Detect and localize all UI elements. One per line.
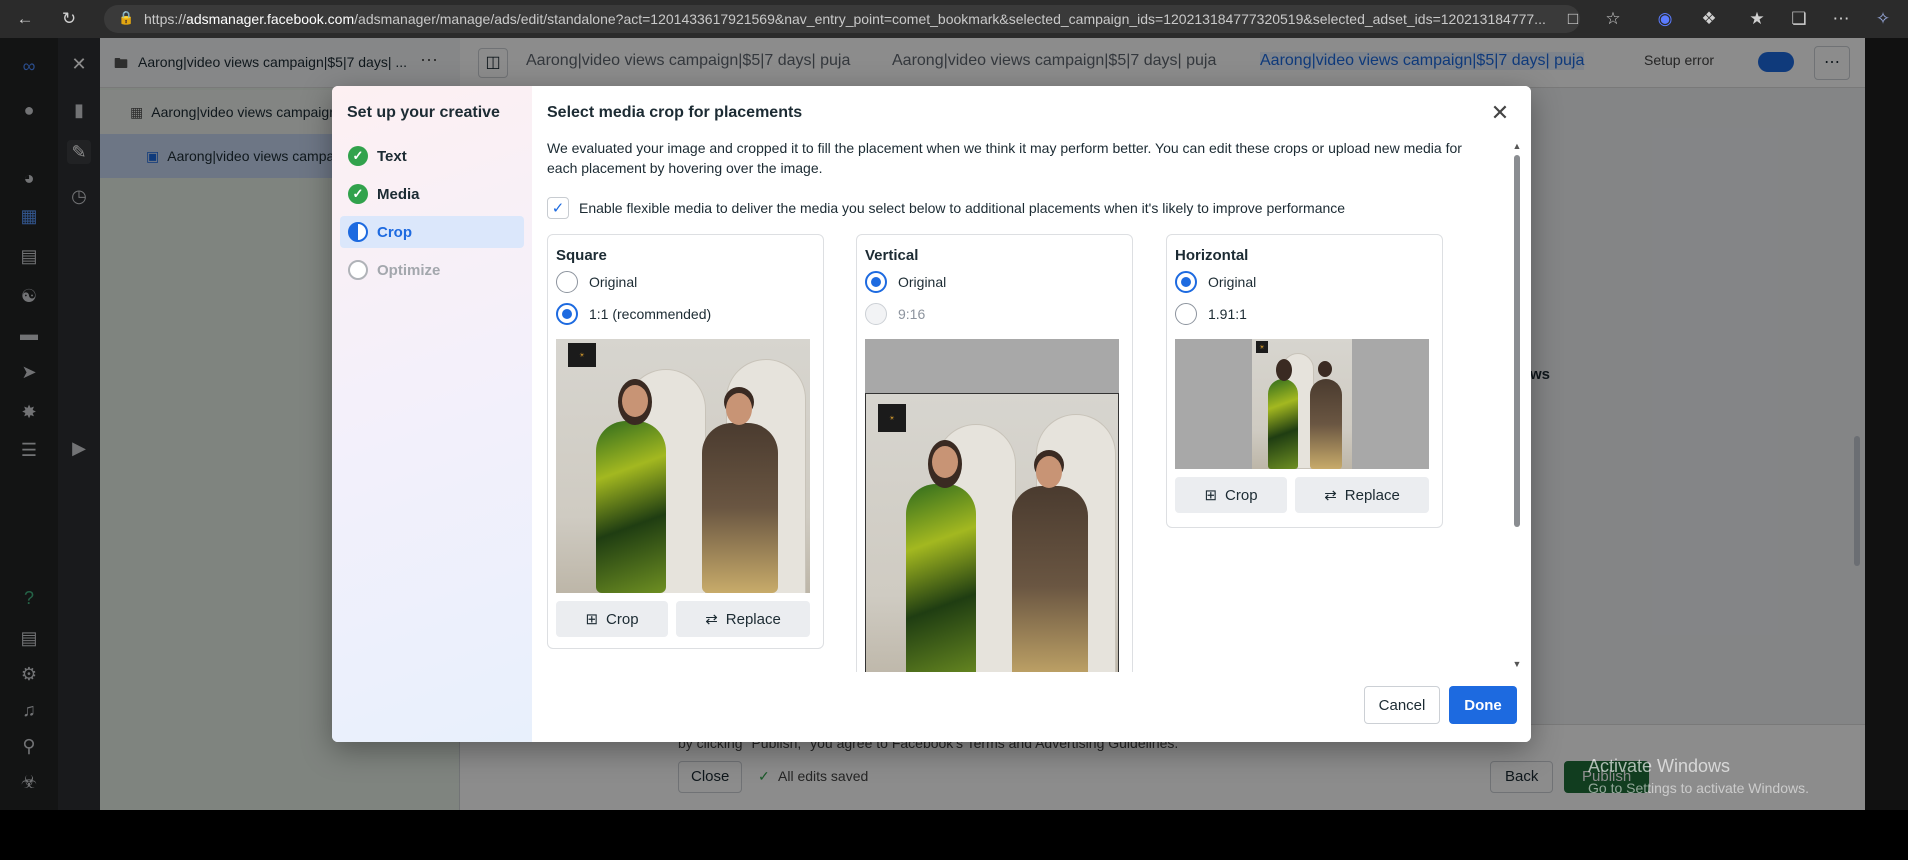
flexible-media-label: Enable flexible media to deliver the med… — [579, 200, 1346, 216]
card-title: Vertical — [865, 247, 919, 264]
close-icon[interactable]: ✕ — [1487, 100, 1513, 126]
page-scrollbar[interactable] — [1852, 100, 1862, 720]
replace-button[interactable]: ⇄ Replace — [676, 601, 810, 637]
card-horizontal: Horizontal Original 1.91:1 ☀ ⊞ Crop ⇄ Re… — [1166, 234, 1443, 528]
vertical-preview-image[interactable]: ☀ — [865, 339, 1119, 672]
flexible-media-checkbox[interactable]: ✓ — [547, 197, 569, 219]
crop-placements-dialog: Set up your creative ✓ Text ✓ Media Crop… — [332, 86, 1531, 742]
url-path: /adsmanager/manage/ads/edit/standalone?a… — [354, 11, 1546, 27]
crop-button[interactable]: ⊞ Crop — [1175, 477, 1287, 513]
radio-label: 9:16 — [898, 306, 926, 322]
extension-icon[interactable]: ◉ — [1652, 6, 1678, 32]
scroll-down-icon[interactable]: ▼ — [1512, 659, 1522, 669]
card-title: Square — [556, 247, 607, 264]
step-media[interactable]: ✓ Media — [340, 178, 524, 210]
replace-label: Replace — [1344, 486, 1400, 504]
radio-circle[interactable] — [556, 271, 578, 293]
favorites-icon[interactable]: ★ — [1744, 6, 1770, 32]
brand-logo-icon: ☀ — [1256, 341, 1268, 353]
radio-label: Original — [589, 274, 638, 290]
crop-icon: ⊞ — [1204, 487, 1218, 504]
radio-vertical-9-16[interactable]: 9:16 — [865, 303, 925, 325]
collections-icon[interactable]: ❏ — [1786, 6, 1812, 32]
copilot-icon[interactable]: ✧ — [1870, 6, 1896, 32]
empty-circle-icon — [348, 260, 368, 280]
done-button[interactable]: Done — [1449, 686, 1517, 724]
check-circle-icon: ✓ — [348, 184, 368, 204]
sidebar-title: Set up your creative — [347, 104, 500, 121]
square-preview-image[interactable]: ☀ — [556, 339, 810, 593]
taskbar — [0, 810, 1908, 860]
check-circle-icon: ✓ — [348, 146, 368, 166]
swap-icon: ⇄ — [1324, 487, 1337, 504]
replace-label: Replace — [725, 610, 781, 628]
lock-icon: 🔒 — [118, 10, 135, 25]
radio-circle[interactable] — [1175, 303, 1197, 325]
radio-circle[interactable] — [865, 271, 887, 293]
radio-label: 1.91:1 — [1208, 306, 1247, 322]
card-title: Horizontal — [1175, 247, 1249, 264]
radio-circle[interactable] — [1175, 271, 1197, 293]
step-label: Optimize — [377, 261, 441, 279]
crop-label: Crop — [1225, 486, 1258, 504]
progress-circle-icon — [348, 222, 368, 242]
back-arrow-icon[interactable]: ← — [12, 6, 38, 32]
crop-button[interactable]: ⊞ Crop — [556, 601, 668, 637]
step-label: Crop — [377, 223, 412, 241]
app-view-icon[interactable]: □ — [1560, 6, 1586, 32]
step-crop[interactable]: Crop — [340, 216, 524, 248]
dialog-title: Select media crop for placements — [547, 104, 803, 121]
windows-activate-subtitle: Go to Settings to activate Windows. — [1588, 780, 1809, 796]
step-label: Text — [377, 147, 407, 165]
scroll-up-icon[interactable]: ▲ — [1512, 141, 1522, 151]
reload-icon[interactable]: ↻ — [56, 6, 82, 32]
radio-circle[interactable] — [865, 303, 887, 325]
replace-button[interactable]: ⇄ Replace — [1295, 477, 1429, 513]
url-prefix: https:// — [144, 11, 187, 27]
content-scrollbar[interactable]: ▲ ▼ — [1512, 141, 1522, 671]
url-domain: adsmanager.facebook.com — [186, 11, 355, 27]
cancel-button[interactable]: Cancel — [1364, 686, 1440, 724]
step-optimize[interactable]: Optimize — [340, 254, 524, 286]
radio-vertical-original[interactable]: Original — [865, 271, 946, 293]
scroll-thumb[interactable] — [1514, 155, 1520, 527]
radio-square-1-1[interactable]: 1:1 (recommended) — [556, 303, 711, 325]
horizontal-preview-image[interactable]: ☀ — [1175, 339, 1429, 469]
browser-toolbar: ← ↻ 🔒 https://adsmanager.facebook.com/ad… — [0, 0, 1908, 38]
radio-square-original[interactable]: Original — [556, 271, 637, 293]
card-square: Square Original 1:1 (recommended) ☀ ⊞ Cr… — [547, 234, 824, 649]
crop-icon: ⊞ — [585, 611, 599, 628]
page-scroll-thumb[interactable] — [1854, 436, 1860, 566]
radio-horizontal-original[interactable]: Original — [1175, 271, 1256, 293]
brand-logo-icon: ☀ — [878, 404, 906, 432]
more-menu-icon[interactable]: ⋯ — [1828, 6, 1854, 32]
puzzle-icon[interactable]: ❖ — [1696, 6, 1722, 32]
dialog-description: We evaluated your image and cropped it t… — [547, 140, 1462, 176]
flexible-media-option[interactable]: ✓ Enable flexible media to deliver the m… — [547, 196, 1345, 220]
placement-cards: Square Original 1:1 (recommended) ☀ ⊞ Cr… — [547, 234, 1502, 672]
radio-label: 1:1 (recommended) — [589, 306, 712, 322]
radio-circle[interactable] — [556, 303, 578, 325]
radio-label: Original — [898, 274, 947, 290]
favorite-star-icon[interactable]: ☆ — [1600, 6, 1626, 32]
windows-activate-title: Activate Windows — [1588, 756, 1731, 776]
crop-content: Select media crop for placements ✕ We ev… — [532, 86, 1531, 742]
address-bar[interactable]: 🔒 https://adsmanager.facebook.com/adsman… — [104, 5, 1580, 33]
step-text[interactable]: ✓ Text — [340, 140, 524, 172]
dialog-footer: Cancel Done — [532, 672, 1531, 742]
card-vertical: Vertical Original 9:16 ☀ — [856, 234, 1133, 672]
creative-steps-sidebar: Set up your creative ✓ Text ✓ Media Crop… — [332, 86, 532, 742]
radio-label: Original — [1208, 274, 1257, 290]
swap-icon: ⇄ — [705, 611, 718, 628]
radio-horizontal-1-91[interactable]: 1.91:1 — [1175, 303, 1247, 325]
brand-logo-icon: ☀ — [568, 343, 596, 367]
crop-label: Crop — [606, 610, 639, 628]
step-label: Media — [377, 185, 420, 203]
